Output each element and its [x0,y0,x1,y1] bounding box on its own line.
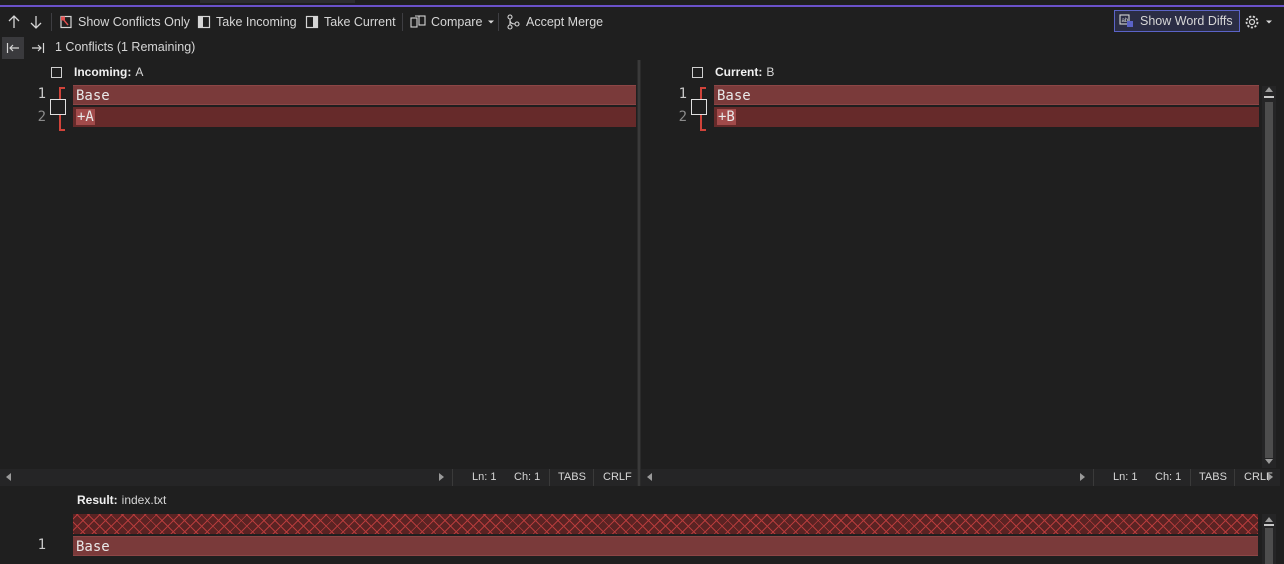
current-code-line[interactable]: Base [714,85,1259,105]
result-pane-header: Result: index.txt [77,493,166,507]
pane-splitter[interactable] [637,60,641,486]
current-line-indicator: Ln: 1 [1113,471,1138,483]
unresolved-conflict-hatch [73,514,1258,534]
arrow-up-icon [8,15,20,28]
incoming-label: Incoming: [74,65,132,79]
toolbar-separator [51,13,52,31]
conflict-filter-icon [60,15,72,29]
current-tabs-indicator[interactable]: TABS [1199,471,1227,483]
incoming-name: A [135,65,144,79]
current-char-indicator: Ch: 1 [1155,471,1182,483]
scrollbar-thumb[interactable] [1265,528,1273,564]
conflict-nav-row: 1 Conflicts (1 Remaining) [0,36,1284,60]
scroll-up-icon[interactable] [1265,86,1273,92]
window-top-strip [0,0,1284,7]
jump-to-last-button[interactable] [27,37,49,59]
result-line-number: 1 [37,537,46,553]
show-conflicts-only-label: Show Conflicts Only [78,15,190,29]
incoming-status-bar: Ln: 1 Ch: 1 TABS CRLF [0,469,637,486]
incoming-char-indicator: Ch: 1 [514,471,541,483]
compare-dropdown[interactable]: Compare [410,11,495,33]
incoming-code-line[interactable]: +A [73,107,636,127]
result-vertical-scrollbar[interactable] [1262,514,1276,564]
jump-to-first-button[interactable] [2,37,24,59]
compare-label: Compare [431,15,483,29]
word-diff-icon: ab [1119,14,1133,27]
current-status-bar: Ln: 1 Ch: 1 TABS CRLF [641,469,1280,486]
take-incoming-label: Take Incoming [216,15,297,29]
incoming-conflict-checkbox[interactable] [50,99,66,115]
scroll-down-icon[interactable] [1265,459,1273,465]
current-select-all-checkbox[interactable] [692,66,703,78]
incoming-line-number: 1 [37,86,46,102]
scroll-left-icon[interactable] [647,473,652,481]
next-conflict-button[interactable] [30,11,42,33]
scrollbar-top-marker [1264,524,1274,526]
current-line-text: Base [717,88,751,104]
scroll-right-end-icon[interactable] [1268,473,1273,481]
take-current-button[interactable]: Take Current [305,11,396,33]
current-name: B [766,65,775,79]
scroll-left-icon[interactable] [6,473,11,481]
conflicts-summary: 1 Conflicts (1 Remaining) [55,40,196,54]
incoming-pane-header: Incoming: A [51,64,143,80]
result-code-line[interactable]: Base [73,536,1258,556]
incoming-line-number: 2 [37,109,46,125]
current-code-line[interactable]: +B [714,107,1259,127]
take-incoming-icon [197,15,211,29]
current-conflict-checkbox[interactable] [691,99,707,115]
incoming-eol-indicator[interactable]: CRLF [603,471,632,483]
current-label: Current: [715,65,763,79]
incoming-tabs-indicator[interactable]: TABS [558,471,586,483]
vertical-scrollbar[interactable] [1262,86,1276,468]
result-file-name: index.txt [121,493,167,507]
scroll-right-icon[interactable] [1080,473,1085,481]
take-current-icon [305,15,319,29]
incoming-line-indicator: Ln: 1 [472,471,497,483]
caret-down-icon [1266,20,1272,24]
scrollbar-thumb[interactable] [1265,102,1273,458]
scroll-up-icon[interactable] [1265,516,1273,522]
current-line-number: 1 [678,86,687,102]
current-line-number: 2 [678,109,687,125]
current-line-text: +B [717,109,736,125]
result-line-text: Base [76,539,110,555]
arrow-down-icon [30,16,42,29]
show-conflicts-only-button[interactable]: Show Conflicts Only [59,11,190,33]
document-tab-hint [200,0,355,3]
show-word-diffs-toggle[interactable]: ab Show Word Diffs [1114,10,1240,32]
current-pane-header: Current: B [692,64,774,80]
caret-down-icon [488,20,495,24]
jump-start-icon [6,43,19,53]
incoming-line-text: Base [76,88,110,104]
gear-icon [1245,15,1259,29]
previous-conflict-button[interactable] [8,11,20,33]
scrollbar-top-marker [1264,96,1274,98]
incoming-code-line[interactable]: Base [73,85,636,105]
result-label: Result: [77,493,118,507]
merge-icon [507,14,520,30]
toolbar-separator [498,13,499,31]
toolbar-separator [402,13,403,31]
settings-dropdown[interactable] [1244,11,1273,33]
jump-end-icon [32,43,45,53]
accept-merge-label: Accept Merge [526,15,604,29]
scroll-right-icon[interactable] [439,473,444,481]
merge-toolbar: Show Conflicts Only Take Incoming Take C… [0,7,1284,36]
take-current-label: Take Current [324,15,396,29]
compare-icon [410,15,426,28]
incoming-select-all-checkbox[interactable] [51,66,62,78]
accept-merge-button[interactable]: Accept Merge [506,11,603,33]
incoming-line-text: +A [76,109,95,125]
show-word-diffs-label: Show Word Diffs [1140,14,1233,28]
take-incoming-button[interactable]: Take Incoming [197,11,297,33]
